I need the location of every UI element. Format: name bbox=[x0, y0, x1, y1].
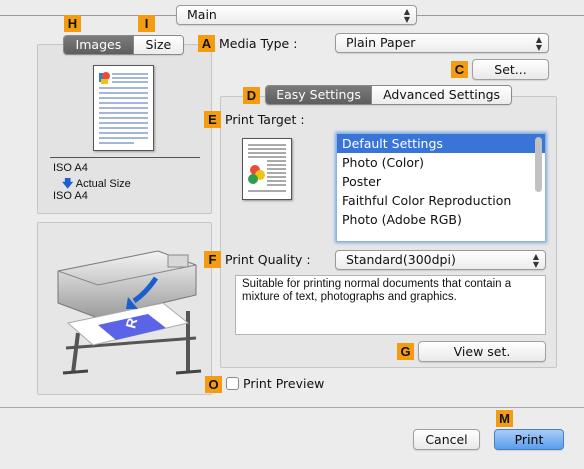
print-quality-popup[interactable]: Standard(300dpi) ▲ ▼ bbox=[335, 250, 546, 270]
media-type-popup[interactable]: Plain Paper ▲ ▼ bbox=[335, 33, 549, 53]
marker-o: O bbox=[205, 376, 222, 393]
marker-m: M bbox=[496, 410, 513, 427]
print-target-thumbnail bbox=[242, 138, 292, 200]
main-popup-label: Main bbox=[187, 7, 217, 22]
marker-e: E bbox=[204, 111, 221, 128]
top-separator-right bbox=[417, 15, 584, 16]
popup-arrows-icon: ▲ ▼ bbox=[535, 35, 542, 52]
printer-illustration: R bbox=[57, 250, 202, 375]
down-arrow-icon: 🡇 bbox=[62, 178, 74, 190]
marker-a: A bbox=[198, 35, 215, 52]
set-button[interactable]: Set... bbox=[472, 59, 549, 80]
print-target-item[interactable]: Faithful Color Reproduction bbox=[337, 191, 545, 210]
preview-divider bbox=[50, 157, 200, 158]
document-preview-icon bbox=[248, 144, 286, 192]
document-preview-icon bbox=[99, 72, 148, 144]
footer-separator bbox=[0, 407, 584, 408]
print-preview-label: Print Preview bbox=[243, 376, 325, 391]
print-quality-value: Standard(300dpi) bbox=[346, 252, 456, 267]
marker-g: G bbox=[397, 343, 414, 360]
print-target-item[interactable]: Poster bbox=[337, 172, 545, 191]
media-type-value: Plain Paper bbox=[346, 35, 416, 50]
marker-d: D bbox=[243, 87, 260, 104]
tab-advanced-settings[interactable]: Advanced Settings bbox=[371, 86, 511, 104]
popup-arrows-icon: ▲ ▼ bbox=[532, 252, 539, 269]
print-target-item[interactable]: Default Settings bbox=[337, 134, 545, 153]
cancel-button[interactable]: Cancel bbox=[413, 429, 480, 450]
settings-tabs: Easy Settings Advanced Settings bbox=[265, 85, 512, 105]
page-thumbnail bbox=[93, 65, 154, 151]
print-quality-label: Print Quality : bbox=[225, 252, 311, 267]
print-preview-checkbox[interactable] bbox=[226, 377, 239, 390]
print-target-item[interactable]: Photo (Adobe RGB) bbox=[337, 210, 545, 229]
paper-size-top: ISO A4 bbox=[53, 162, 88, 174]
marker-h: H bbox=[64, 15, 81, 32]
main-popup[interactable]: Main ▲ ▼ bbox=[176, 5, 417, 25]
paper-size-bottom: ISO A4 bbox=[53, 190, 88, 202]
marker-c: C bbox=[451, 61, 468, 78]
marker-f: F bbox=[204, 251, 221, 268]
popup-arrows-icon: ▲ ▼ bbox=[403, 7, 410, 24]
print-target-list[interactable]: Default Settings Photo (Color) Poster Fa… bbox=[336, 133, 546, 242]
print-target-item[interactable]: Photo (Color) bbox=[337, 153, 545, 172]
tab-images[interactable]: Images bbox=[64, 36, 133, 54]
tab-size[interactable]: Size bbox=[132, 36, 183, 54]
printer-image-panel: R bbox=[37, 222, 212, 395]
print-quality-description: Suitable for printing normal documents t… bbox=[235, 275, 546, 335]
tab-easy-settings[interactable]: Easy Settings bbox=[266, 86, 372, 104]
media-type-label: Media Type : bbox=[219, 36, 298, 51]
view-set-button[interactable]: View set. bbox=[418, 341, 546, 362]
preview-mode-tabs: Images Size bbox=[63, 35, 184, 55]
print-target-label: Print Target : bbox=[225, 112, 305, 127]
print-button[interactable]: Print bbox=[494, 429, 564, 450]
list-scrollbar[interactable] bbox=[535, 137, 542, 192]
actual-size-label: Actual Size bbox=[75, 178, 131, 190]
marker-i: I bbox=[138, 15, 155, 32]
